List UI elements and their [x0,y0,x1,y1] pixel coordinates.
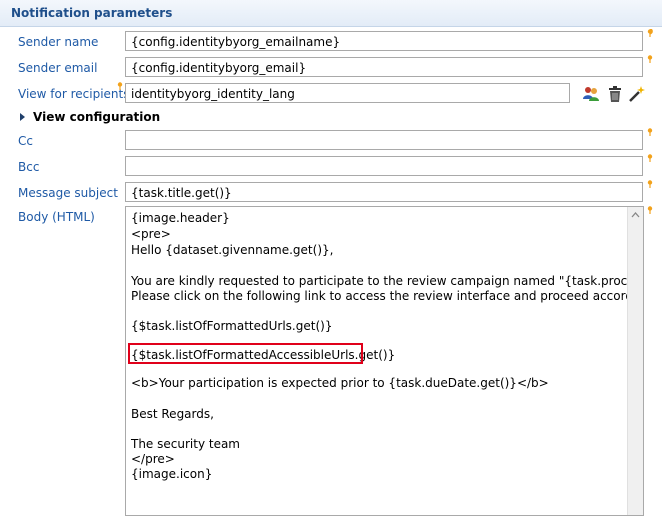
users-icon[interactable] [582,85,600,103]
content-assist-hint-icon [647,55,653,64]
view-recipients-label[interactable]: View for recipients [18,86,130,102]
body-line: </pre> [131,452,175,466]
body-line: <pre> [131,227,171,241]
expand-arrow-icon[interactable] [18,111,28,121]
magic-wand-icon[interactable] [628,85,646,103]
content-assist-hint-icon [647,180,653,189]
message-subject-label: Message subject [18,186,118,200]
sender-name-label: Sender name [18,35,99,49]
body-line: Best Regards, [131,407,214,421]
bcc-field[interactable] [125,156,643,176]
highlight-box [128,343,363,364]
message-subject-field[interactable]: {task.title.get()} [125,182,643,202]
cc-label: Cc [18,134,33,148]
cc-field[interactable] [125,130,643,150]
scroll-up-icon[interactable] [628,208,643,222]
section-title: Notification parameters [11,6,173,20]
content-assist-hint-icon [117,82,123,91]
body-line: The security team [131,437,240,451]
body-line: {$task.listOfFormattedUrls.get()} [131,319,333,333]
body-line: Hello {dataset.givenname.get()}, [131,243,334,257]
sender-email-label: Sender email [18,61,98,75]
content-assist-hint-icon [647,206,653,215]
section-header: Notification parameters [0,0,662,27]
sender-email-field[interactable]: {config.identitybyorg_email} [125,57,643,77]
body-line: <b>Your participation is expected prior … [131,376,549,390]
bcc-label: Bcc [18,160,40,174]
vertical-scrollbar[interactable] [627,207,643,515]
body-html-editor[interactable]: {image.header} <pre> Hello {dataset.give… [125,206,644,516]
body-line: {image.icon} [131,467,213,481]
body-line: Please click on the following link to ac… [131,289,644,303]
body-line: {image.header} [131,211,230,225]
view-configuration-label[interactable]: View configuration [33,110,160,124]
content-assist-hint-icon [647,29,653,38]
body-html-label: Body (HTML) [18,210,95,224]
content-assist-hint-icon [647,128,653,137]
view-recipients-field[interactable]: identitybyorg_identity_lang [125,83,570,103]
trash-icon[interactable] [606,85,624,103]
content-assist-hint-icon [647,154,653,163]
sender-name-field[interactable]: {config.identitybyorg_emailname} [125,31,643,51]
body-line: You are kindly requested to participate … [131,274,643,288]
